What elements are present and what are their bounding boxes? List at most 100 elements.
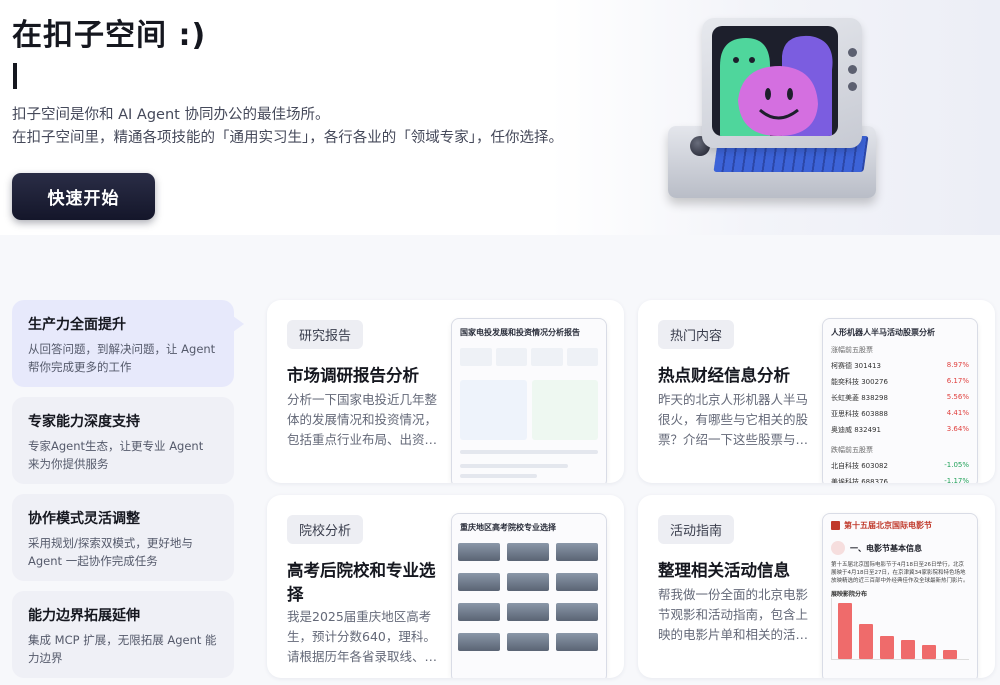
feature-title: 专家能力深度支持 [28,414,140,430]
card-title: 整理相关活动信息 [658,561,790,580]
feature-desc: 从回答问题，到解决问题，让 Agent 帮你完成更多的工作 [28,342,216,374]
card-tag: 热门内容 [658,320,735,349]
monitor-knobs [848,48,858,99]
preview-title: 重庆地区高考院校专业选择 [460,523,556,532]
stock-row: 北自科技 603082 -1.05% [823,458,977,474]
stock-name: 美埃科技 688376 [831,478,888,483]
typing-cursor [13,63,17,89]
report-stat-row [452,342,606,372]
card-tag: 院校分析 [287,515,364,544]
stock-row: 能奕科技 300276 6.17% [823,374,977,390]
campus-thumbnail [556,543,598,561]
campus-thumbnail [507,633,549,651]
stock-name: 能奕科技 300276 [831,378,888,386]
stock-section-down: 跌幅前五股票 [831,446,873,454]
stock-name: 奥迪威 832491 [831,426,881,434]
stock-row: 柯赛德 301413 8.97% [823,358,977,374]
card-tag: 活动指南 [658,515,735,544]
campus-thumbnail [458,573,500,591]
smiley-faces-icon [720,35,833,136]
card-desc: 我是2025届重庆地区高考生，预计分数640，理科。请根据历年各省录取线、专业热… [287,609,438,664]
preview-title: 人形机器人半马活动股票分析 [831,328,935,337]
case-card-hot-content[interactable]: 热门内容 热点财经信息分析 昨天的北京人形机器人半马很火，有哪些与它相关的股票？… [638,300,995,483]
film-chart-bar [859,624,873,659]
stock-row: 美埃科技 688376 -1.17% [823,474,977,483]
report-preview: 国家电投发展和投资情况分析报告 [451,318,607,483]
card-title: 热点财经信息分析 [658,366,790,385]
campus-thumbnail [556,633,598,651]
stock-preview: 人形机器人半马活动股票分析 涨幅前五股票 柯赛德 301413 8.97% 能奕科技… [822,318,978,483]
card-title: 高考后院校和专业选择 [287,561,436,604]
card-tag: 研究报告 [287,320,364,349]
stock-row: 奥迪威 832491 3.64% [823,422,977,438]
feature-item-expert[interactable]: 专家能力深度支持 专家Agent生态，让更专业 Agent 来为你提供服务 [12,397,234,484]
feature-desc: 集成 MCP 扩展，无限拓展 Agent 能力边界 [28,633,217,665]
film-chart-bar [943,649,957,659]
film-text: 第十五届北京国际电影节于4月18日至26日举行，北京展映于4月18日至27日，在… [831,562,969,584]
hero-description-line1: 扣子空间是你和 AI Agent 协同办公的最佳场所。 [12,107,330,123]
card-desc: 帮我做一份全面的北京电影节观影和活动指南，包含上映的电影片单和相关的活动介绍 [658,587,809,642]
film-chart-label: 展映影院分布 [831,591,868,598]
campus-thumbnail [458,543,500,561]
quick-start-button[interactable]: 快速开始 [12,173,155,220]
case-card-research-report[interactable]: 研究报告 市场调研报告分析 分析一下国家电投近几年整体的发展情况和投资情况，包括… [267,300,624,483]
film-preview: 第十五届北京国际电影节 一、电影节基本信息 第十五届北京国际电影节于4月18日至… [822,513,978,678]
feature-item-collaboration[interactable]: 协作模式灵活调整 采用规划/探索双模式，更好地与 Agent 一起协作完成任务 [12,494,234,581]
feature-title: 生产力全面提升 [28,317,126,333]
computer-monitor [702,18,862,148]
stock-change: 3.64% [946,425,969,433]
campus-thumbnail [507,603,549,621]
hero-description: 扣子空间是你和 AI Agent 协同办公的最佳场所。 在扣子空间里，精通各项技… [12,104,563,150]
card-desc: 分析一下国家电投近几年整体的发展情况和投资情况，包括重点行业布局、出资趋势等分析… [287,392,438,447]
monitor-screen [712,26,838,136]
retro-computer-illustration [660,14,890,214]
knob-icon [848,82,857,91]
film-chart-bar [901,640,915,659]
hero-description-line2: 在扣子空间里，精通各项技能的「通用实习生」，各行各业的「领域专家」，任你选择。 [12,130,563,146]
stock-change: 6.17% [946,377,969,385]
case-card-college[interactable]: 院校分析 高考后院校和专业选择 我是2025届重庆地区高考生，预计分数640，理… [267,495,624,678]
film-chart-bar [922,645,936,659]
film-bar-chart [831,598,969,660]
stock-change: 4.41% [946,409,969,417]
stock-row: 长虹美菱 838298 5.56% [823,390,977,406]
knob-icon [848,48,857,57]
card-title: 市场调研报告分析 [287,366,419,385]
stock-name: 柯赛德 301413 [831,362,881,370]
case-card-event-guide[interactable]: 活动指南 整理相关活动信息 帮我做一份全面的北京电影节观影和活动指南，包含上映的… [638,495,995,678]
film-chart-bar [880,635,894,659]
stock-down-list: 北自科技 603082-1.05%美埃科技 688376-1.17%三花智控 0… [823,458,977,483]
film-section-title: 一、电影节基本信息 [850,543,922,553]
preview-title: 国家电投发展和投资情况分析报告 [460,328,580,337]
feature-title: 协作模式灵活调整 [28,511,140,527]
film-header: 第十五届北京国际电影节 [823,514,977,537]
hero-section: 在扣子空间 :) 扣子空间是你和 AI Agent 协同办公的最佳场所。 在扣子… [0,0,1000,235]
campus-thumbnail [556,603,598,621]
film-title: 第十五届北京国际电影节 [844,521,932,530]
feature-desc: 专家Agent生态，让更专业 Agent 来为你提供服务 [28,439,204,471]
campus-thumbnail [458,603,500,621]
card-desc: 昨天的北京人形机器人半马很火，有哪些与它相关的股票？介绍一下这些股票与北京人形机… [658,392,809,447]
stock-section-up: 涨幅前五股票 [831,346,873,354]
report-panels [460,380,598,440]
hero-title: 在扣子空间 :) [12,18,207,53]
film-section-icon [831,541,845,555]
campus-thumbnail [556,573,598,591]
stock-up-list: 柯赛德 301413 8.97% 能奕科技 300276 6.17% 长虹美菱 8382… [823,358,977,438]
stock-change: -1.05% [944,461,969,469]
stock-change: 5.56% [946,393,969,401]
film-logo-icon [831,521,840,530]
feature-item-productivity[interactable]: 生产力全面提升 从回答问题，到解决问题，让 Agent 帮你完成更多的工作 [12,300,234,387]
stock-name: 北自科技 603082 [831,462,888,470]
stock-row: 亚思科技 603888 4.41% [823,406,977,422]
stock-name: 亚思科技 603888 [831,410,888,418]
knob-icon [848,65,857,74]
film-section-header: 一、电影节基本信息 [823,537,977,559]
college-preview: 重庆地区高考院校专业选择 [451,513,607,678]
feature-desc: 采用规划/探索双模式，更好地与 Agent 一起协作完成任务 [28,536,193,568]
stock-change: -1.17% [944,477,969,483]
campus-thumbnail [507,543,549,561]
feature-item-extension[interactable]: 能力边界拓展延伸 集成 MCP 扩展，无限拓展 Agent 能力边界 [12,591,234,678]
film-chart-bar [838,603,852,659]
campus-thumbnail [507,573,549,591]
